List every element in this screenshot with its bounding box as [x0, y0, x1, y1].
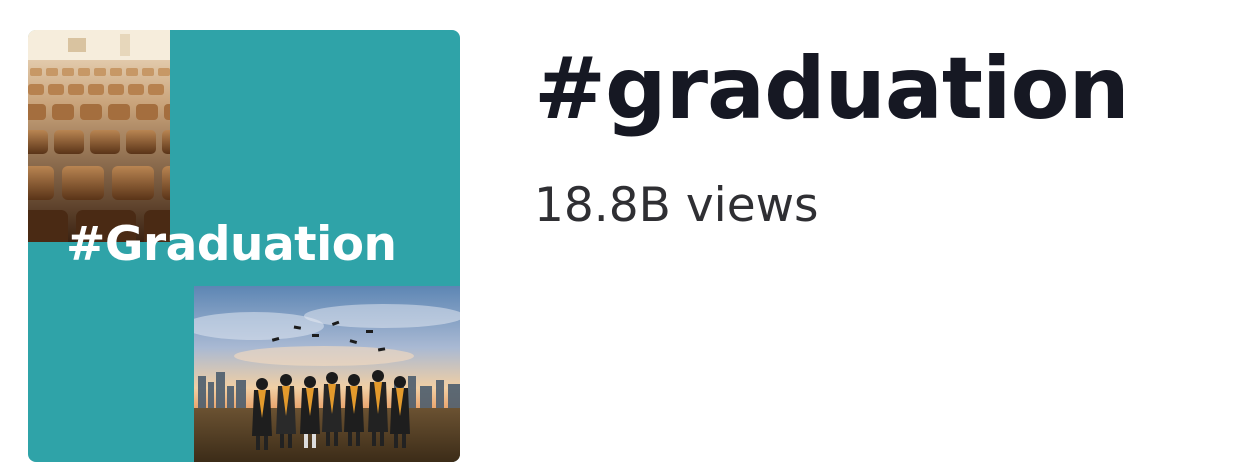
hashtag-title: #graduation — [534, 39, 1130, 139]
hashtag-cover-image: #Graduation — [28, 30, 460, 462]
hashtag-header: #Graduation #graduation 18.8B views — [0, 0, 1242, 476]
auditorium-seats-photo — [28, 30, 170, 242]
graduates-throwing-caps-photo — [194, 286, 460, 462]
hashtag-info: #graduation 18.8B views — [534, 30, 1234, 236]
cover-hashtag-text: #Graduation — [66, 217, 397, 272]
hashtag-view-count: 18.8B views — [534, 178, 819, 233]
